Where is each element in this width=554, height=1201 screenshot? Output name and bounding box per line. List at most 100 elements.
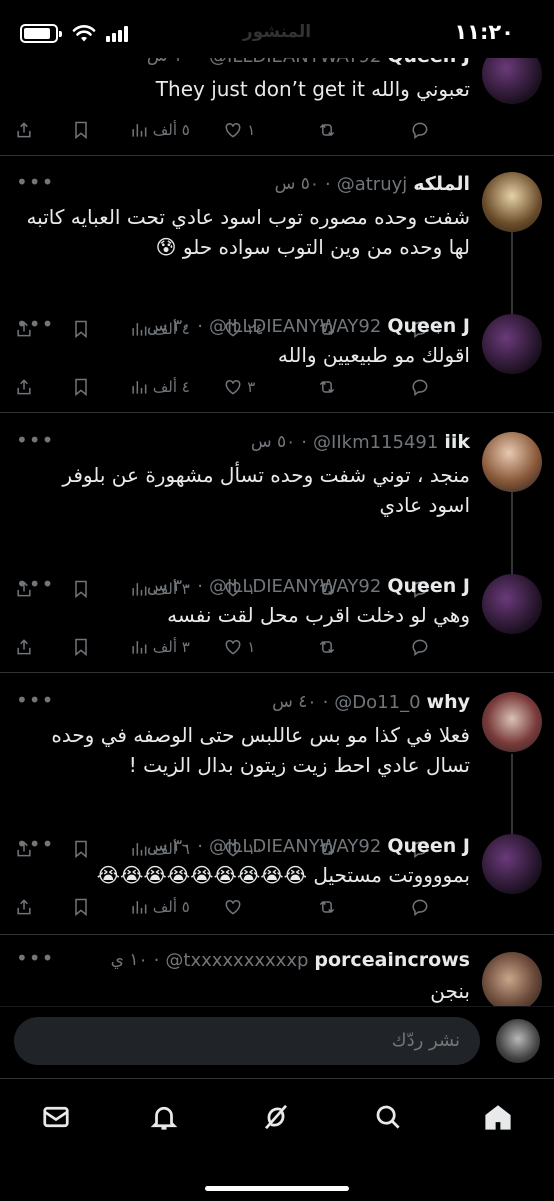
share-icon: [17, 122, 31, 138]
tab-search[interactable]: [368, 1097, 408, 1137]
author-name[interactable]: الملكه: [413, 173, 470, 195]
avatar[interactable]: [482, 172, 542, 232]
tweet-item[interactable]: porceaincrows @txxxxxxxxxxp · ١٠ ي ••• ب…: [0, 944, 554, 1006]
share-button[interactable]: [14, 377, 38, 397]
views-button[interactable]: ٥ ألف: [129, 120, 190, 140]
heart-icon: [225, 122, 241, 138]
like-button[interactable]: ١: [223, 637, 283, 657]
repost-button[interactable]: [317, 120, 377, 140]
author-name[interactable]: Queen J: [387, 835, 470, 857]
reply-button[interactable]: [410, 120, 470, 140]
avatar[interactable]: [482, 952, 542, 1006]
tweet-item[interactable]: Queen J @ILLDIEANYWAY92 · ٣٠ س ••• وهي ل…: [0, 568, 554, 668]
tab-home[interactable]: [478, 1097, 518, 1137]
tweet-text: شفت وحده مصوره توب اسود عادي تحت العبايه…: [26, 205, 470, 259]
reply-button[interactable]: [410, 897, 470, 917]
avatar[interactable]: [482, 574, 542, 634]
reply-icon: [412, 122, 428, 139]
user-avatar[interactable]: [496, 1019, 540, 1063]
author-handle[interactable]: @txxxxxxxxxxp: [165, 950, 308, 971]
share-button[interactable]: [14, 897, 38, 917]
more-options-icon[interactable]: •••: [16, 170, 54, 194]
bottom-tab-bar: [0, 1078, 554, 1201]
author-handle[interactable]: @Do11_0: [334, 692, 420, 713]
tweet-item[interactable]: الملكه @atruyj · ٥٠ س ••• شفت وحده مصوره…: [0, 162, 554, 339]
author-handle[interactable]: @ILLDIEANYWAY92: [209, 576, 381, 597]
more-options-icon[interactable]: •••: [16, 946, 54, 970]
avatar[interactable]: [482, 834, 542, 894]
repost-button[interactable]: [317, 377, 377, 397]
divider: [0, 672, 554, 673]
author-handle[interactable]: @ILLDIEANYWAY92: [209, 58, 381, 67]
reply-button[interactable]: [410, 637, 470, 657]
author-name[interactable]: iik: [444, 431, 470, 453]
more-options-icon[interactable]: •••: [16, 58, 54, 66]
like-button[interactable]: ٣: [223, 377, 283, 397]
repost-icon: [319, 640, 334, 654]
views-button[interactable]: ٥ ألف: [129, 897, 190, 917]
views-icon: [132, 124, 147, 137]
more-options-icon[interactable]: •••: [16, 428, 54, 452]
share-button[interactable]: [14, 120, 38, 140]
timestamp: ٥٠ س: [274, 174, 319, 194]
share-button[interactable]: [14, 637, 38, 657]
more-options-icon[interactable]: •••: [16, 312, 54, 336]
author-handle[interactable]: @IIkm115491: [313, 432, 438, 453]
tweet-item[interactable]: iik @IIkm115491 · ٥٠ س ••• منجد ، توني ش…: [0, 422, 554, 599]
author-name[interactable]: Queen J: [387, 315, 470, 337]
tweet-item[interactable]: why @Do11_0 · ٤٠ س ••• فعلا في كذا مو بس…: [0, 682, 554, 859]
bookmark-button[interactable]: [71, 637, 95, 657]
tab-messages[interactable]: [36, 1097, 76, 1137]
messages-icon: [43, 1106, 69, 1128]
bookmark-button[interactable]: [71, 897, 95, 917]
bookmark-button[interactable]: [71, 377, 95, 397]
avatar[interactable]: [482, 432, 542, 492]
heart-icon: [225, 379, 241, 395]
repost-icon: [319, 900, 334, 914]
home-icon: [485, 1105, 511, 1130]
notifications-icon: [150, 1106, 178, 1130]
author-handle[interactable]: @ILLDIEANYWAY92: [209, 836, 381, 857]
bookmark-icon: [75, 121, 88, 140]
like-button[interactable]: [223, 897, 283, 917]
status-bar: المنشور ١١:٢٠: [0, 0, 554, 64]
grok-icon: [264, 1104, 288, 1130]
bookmark-icon: [75, 898, 88, 917]
avatar[interactable]: [482, 692, 542, 752]
author-name[interactable]: Queen J: [387, 575, 470, 597]
views-icon: [132, 641, 147, 654]
author-handle[interactable]: @ILLDIEANYWAY92: [209, 316, 381, 337]
timestamp: ٣٠ س: [146, 316, 192, 336]
like-button[interactable]: ١: [223, 120, 283, 140]
tab-notifications[interactable]: [144, 1097, 184, 1137]
views-button[interactable]: ٤ ألف: [129, 377, 190, 397]
timestamp: ٣٠ س: [146, 836, 192, 856]
tab-grok[interactable]: [256, 1097, 296, 1137]
share-icon: [17, 899, 31, 915]
more-options-icon[interactable]: •••: [16, 688, 54, 712]
share-icon: [17, 639, 31, 655]
author-name[interactable]: porceaincrows: [314, 949, 470, 971]
author-handle[interactable]: @atruyj: [337, 174, 408, 195]
timestamp: ٣٠ س: [146, 576, 192, 596]
avatar[interactable]: [482, 58, 542, 104]
tweet-item[interactable]: Queen J @ILLDIEANYWAY92 · ١٠ س ••• تعبون…: [0, 58, 554, 140]
more-options-icon[interactable]: •••: [16, 832, 54, 856]
repost-button[interactable]: [317, 637, 377, 657]
author-name[interactable]: why: [427, 691, 470, 713]
home-indicator: [205, 1186, 349, 1191]
author-name[interactable]: Queen J: [387, 58, 470, 67]
tweet-item[interactable]: Queen J @ILLDIEANYWAY92 · ٣٠ س ••• اقولك…: [0, 308, 554, 408]
tweet-text: بمووووتت مستحيل 😭😭😭😭😭😭😭😭😭: [96, 863, 470, 887]
repost-button[interactable]: [317, 897, 377, 917]
reply-feed[interactable]: Queen J @ILLDIEANYWAY92 · ١٠ س ••• تعبون…: [0, 58, 554, 1006]
avatar[interactable]: [482, 314, 542, 374]
reply-icon: [412, 899, 428, 916]
bookmark-button[interactable]: [71, 120, 95, 140]
reply-button[interactable]: [410, 377, 470, 397]
timestamp: ٥٠ س: [250, 432, 296, 452]
views-button[interactable]: ٣ ألف: [129, 637, 190, 657]
reply-input[interactable]: [14, 1017, 480, 1065]
more-options-icon[interactable]: •••: [16, 572, 54, 596]
tweet-item[interactable]: Queen J @ILLDIEANYWAY92 · ٣٠ س ••• بمووو…: [0, 828, 554, 928]
